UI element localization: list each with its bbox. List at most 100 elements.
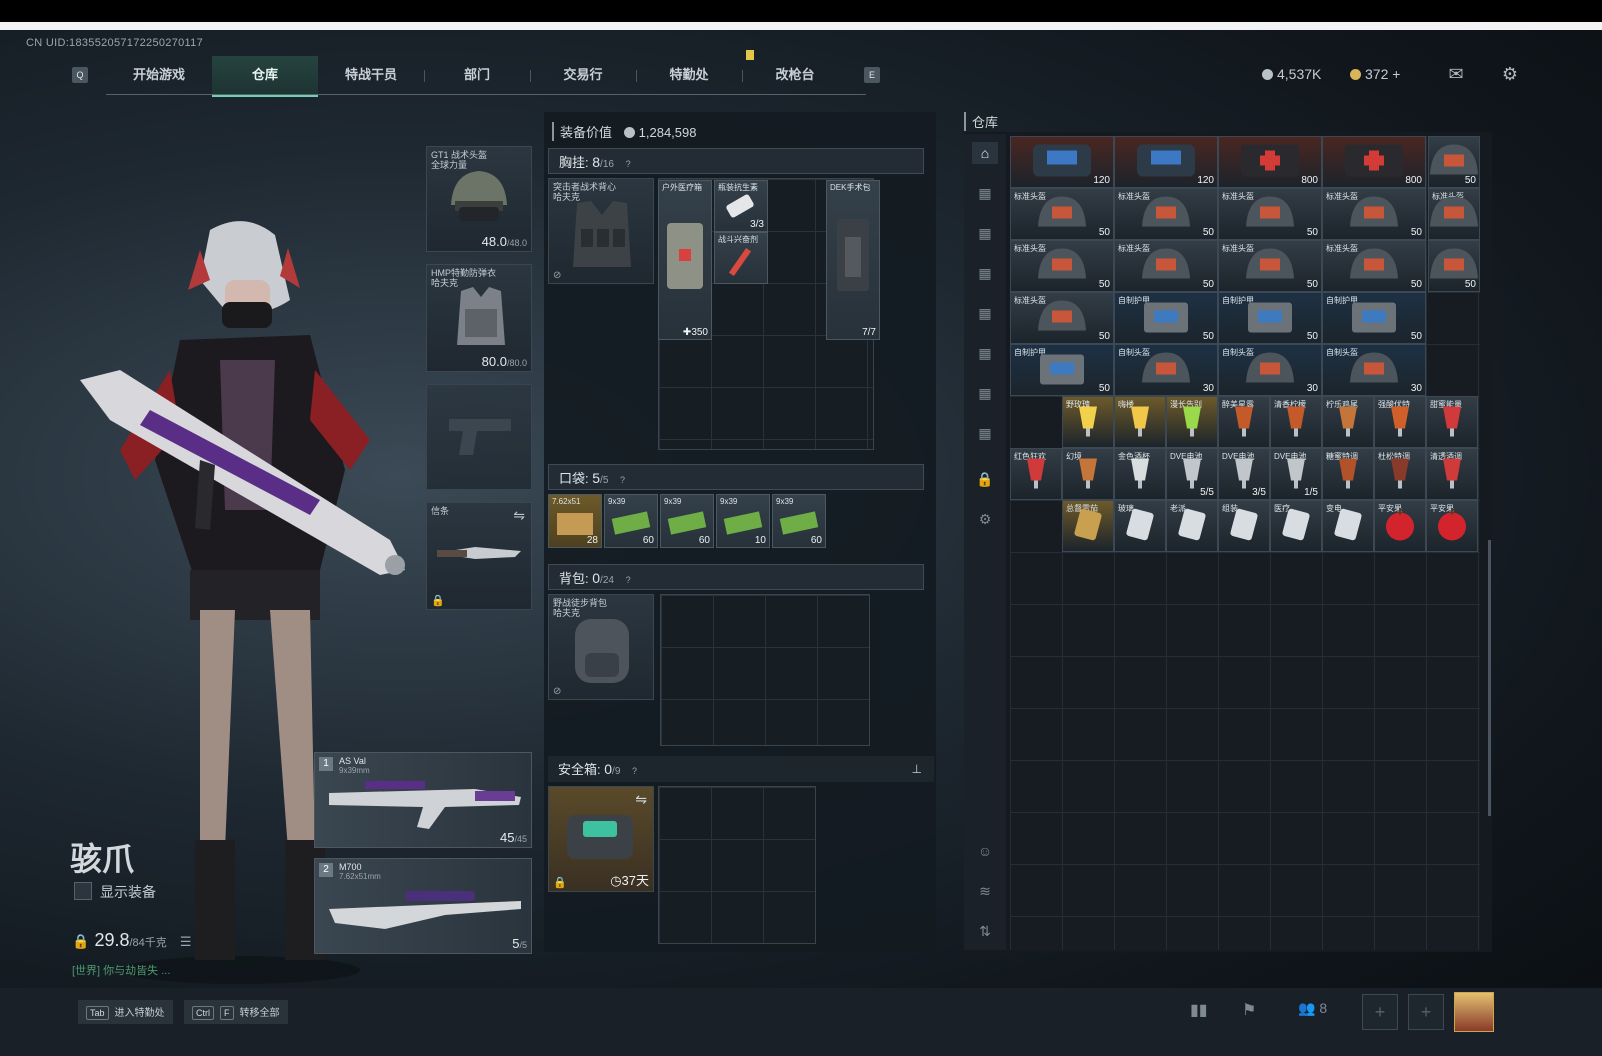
warehouse-item[interactable]: DVE电池 3/5 [1218, 448, 1270, 500]
backpack-slot[interactable]: 野战徒步背包 哈夫克 ⊘ [548, 594, 654, 700]
warehouse-item[interactable]: 甜蜜能量 [1426, 396, 1478, 448]
layers-icon[interactable]: ≋ [972, 880, 998, 902]
armor-slot[interactable]: HMP特勤防弹衣 哈夫克 80.0/80.0 [426, 264, 532, 372]
pocket-ammo-box-item[interactable]: 7.62x51 28 [548, 494, 602, 548]
warehouse-item[interactable]: 老派 [1166, 500, 1218, 552]
warehouse-item[interactable]: 杜松特调 [1374, 448, 1426, 500]
all-items-icon[interactable]: ⌂ [972, 142, 998, 164]
help-icon[interactable]: ? [626, 159, 631, 169]
transfer-all-hint[interactable]: Ctrl F 转移全部 [184, 1000, 288, 1024]
warehouse-item[interactable]: 标准头盔 [1428, 188, 1480, 240]
warehouse-item[interactable]: 自制护甲 50 [1218, 292, 1322, 344]
warehouse-item[interactable]: 标准头盔 50 [1218, 240, 1322, 292]
tab-department[interactable]: 部门 [424, 56, 530, 94]
nav-next-key[interactable]: E [864, 67, 880, 83]
first-aid-kit-item[interactable]: 户外医疗箱 ✚350 [658, 180, 712, 340]
warehouse-item[interactable]: 120 [1010, 136, 1114, 188]
lock-icon[interactable]: 🔒 [972, 468, 998, 490]
storage-tab-icon[interactable]: ▦ [972, 222, 998, 244]
warehouse-item[interactable]: 120 [1114, 136, 1218, 188]
warehouse-item[interactable]: 总督雪茄 [1062, 500, 1114, 552]
tab-operators[interactable]: 特战干员 [318, 56, 424, 94]
warehouse-item[interactable]: 幻境 [1062, 448, 1114, 500]
warehouse-item[interactable]: 标准头盔 50 [1010, 240, 1114, 292]
warehouse-item[interactable]: 自制头盔 30 [1322, 344, 1426, 396]
helmet-slot[interactable]: GT1 战术头盔 全球力量 48.0/48.0 [426, 146, 532, 252]
weight-list-icon[interactable]: ☰ [180, 934, 192, 949]
warehouse-item[interactable]: 变电 [1322, 500, 1374, 552]
warehouse-item[interactable]: 醉美星露 [1218, 396, 1270, 448]
show-gear-toggle[interactable]: 显示装备 [74, 882, 156, 902]
warehouse-item[interactable]: 自制头盔 30 [1114, 344, 1218, 396]
sort-icon[interactable]: ⇅ [972, 920, 998, 942]
warehouse-item[interactable]: 800 [1322, 136, 1426, 188]
warehouse-item[interactable]: 自制护甲 50 [1322, 292, 1426, 344]
warehouse-item[interactable]: 标准头盔 50 [1322, 240, 1426, 292]
warehouse-grid[interactable]: 120 120 800 800 50 标准头盔 50 标准头盔 50 标准头盔 50 标准头盔 50 标准… [1010, 136, 1480, 950]
warehouse-item[interactable]: 红色狂欢 [1010, 448, 1062, 500]
warehouse-item[interactable]: DVE电池 5/5 [1166, 448, 1218, 500]
warehouse-item[interactable]: 标准头盔 50 [1010, 188, 1114, 240]
secondary-weapon-slot[interactable]: 2 M700 7.62x51mm 5/5 [314, 858, 532, 954]
invite-slot-plus-icon[interactable]: + [1362, 994, 1398, 1030]
warehouse-item[interactable]: 平安果 [1426, 500, 1478, 552]
pocket-ammo-item[interactable]: 9x39 60 [604, 494, 658, 548]
help-icon[interactable]: ? [632, 766, 637, 776]
storage-tab-icon[interactable]: ▦ [972, 342, 998, 364]
warehouse-item[interactable]: 漫长告别 [1166, 396, 1218, 448]
warehouse-item[interactable]: 50 [1428, 136, 1480, 188]
warehouse-item[interactable]: 平安果 [1374, 500, 1426, 552]
settings-gear-icon[interactable]: ⚙ [1498, 64, 1522, 84]
world-chat-line[interactable]: [世界] 你与劫皆失 ... [72, 962, 170, 978]
pocket-ammo-item[interactable]: 9x39 60 [660, 494, 714, 548]
nav-prev-key[interactable]: Q [72, 67, 88, 83]
currency-silver[interactable]: 4,537K [1262, 66, 1321, 82]
tab-gunsmith[interactable]: 改枪台 [742, 56, 848, 94]
currency-gold[interactable]: 372 + [1350, 66, 1400, 82]
chest-rig-slot[interactable]: 突击者战术背心 哈夫克 ⊘ [548, 178, 654, 284]
surgery-kit-item[interactable]: DEK手术包 7/7 [826, 180, 880, 340]
swap-icon[interactable]: ⇋ [513, 507, 525, 524]
show-gear-checkbox[interactable] [74, 882, 92, 900]
stats-chart-icon[interactable]: ▮▮ [1190, 1000, 1208, 1020]
warehouse-item[interactable]: 清香柠檬 [1270, 396, 1322, 448]
operator-icon[interactable]: ☺ [972, 840, 998, 862]
pocket-ammo-item[interactable]: 9x39 60 [772, 494, 826, 548]
safebox-grid[interactable] [658, 786, 816, 944]
storage-tab-icon[interactable]: ▦ [972, 262, 998, 284]
help-icon[interactable]: ? [620, 475, 625, 485]
warehouse-item[interactable]: 强酸伏特 [1374, 396, 1426, 448]
warehouse-item[interactable]: 自制头盔 30 [1218, 344, 1322, 396]
antibiotic-item[interactable]: 瓶装抗生素 3/3 [714, 180, 768, 232]
warehouse-item[interactable]: 嗨楼 [1114, 396, 1166, 448]
pistol-slot[interactable] [426, 384, 532, 490]
warehouse-item[interactable]: 玻璃 [1114, 500, 1166, 552]
storage-tab-icon[interactable]: ▦ [972, 302, 998, 324]
warehouse-item[interactable]: 组装 [1218, 500, 1270, 552]
pocket-ammo-item[interactable]: 9x39 10 [716, 494, 770, 548]
warehouse-item[interactable]: 糖蜜特调 [1322, 448, 1374, 500]
warehouse-item[interactable]: 野玫瑰 [1062, 396, 1114, 448]
warehouse-item[interactable]: 柠乐鸡尾 [1322, 396, 1374, 448]
warehouse-item[interactable]: 50 [1428, 240, 1480, 292]
tab-trade[interactable]: 交易行 [530, 56, 636, 94]
enter-special-ops-hint[interactable]: Tab 进入特勤处 [78, 1000, 173, 1024]
invite-slot-plus-icon[interactable]: + [1408, 994, 1444, 1030]
tab-warehouse[interactable]: 仓库 [212, 56, 318, 97]
melee-slot[interactable]: 信条 ⇋ 🔒 [426, 502, 532, 610]
warehouse-item[interactable]: 清透酒调 [1426, 448, 1478, 500]
storage-tab-icon[interactable]: ▦ [972, 382, 998, 404]
warehouse-item[interactable]: 标准头盔 50 [1322, 188, 1426, 240]
gear-icon[interactable]: ⚙ [972, 508, 998, 530]
safebox-slot[interactable]: ⇋ 🔒 ◷37天 [548, 786, 654, 892]
stimulant-item[interactable]: 战斗兴奋剂 [714, 232, 768, 284]
mail-icon[interactable]: ✉ [1444, 64, 1468, 84]
tab-start-game[interactable]: 开始游戏 [106, 56, 212, 94]
primary-weapon-slot[interactable]: 1 AS Val 9x39mm 45/45 [314, 752, 532, 848]
backpack-grid[interactable] [660, 594, 870, 746]
storage-tab-icon[interactable]: ▦ [972, 182, 998, 204]
warehouse-item[interactable]: 金色酒杯 [1114, 448, 1166, 500]
warehouse-item[interactable]: 800 [1218, 136, 1322, 188]
flag-icon[interactable]: ⚑ [1242, 1000, 1256, 1020]
help-icon[interactable]: ? [626, 575, 631, 585]
